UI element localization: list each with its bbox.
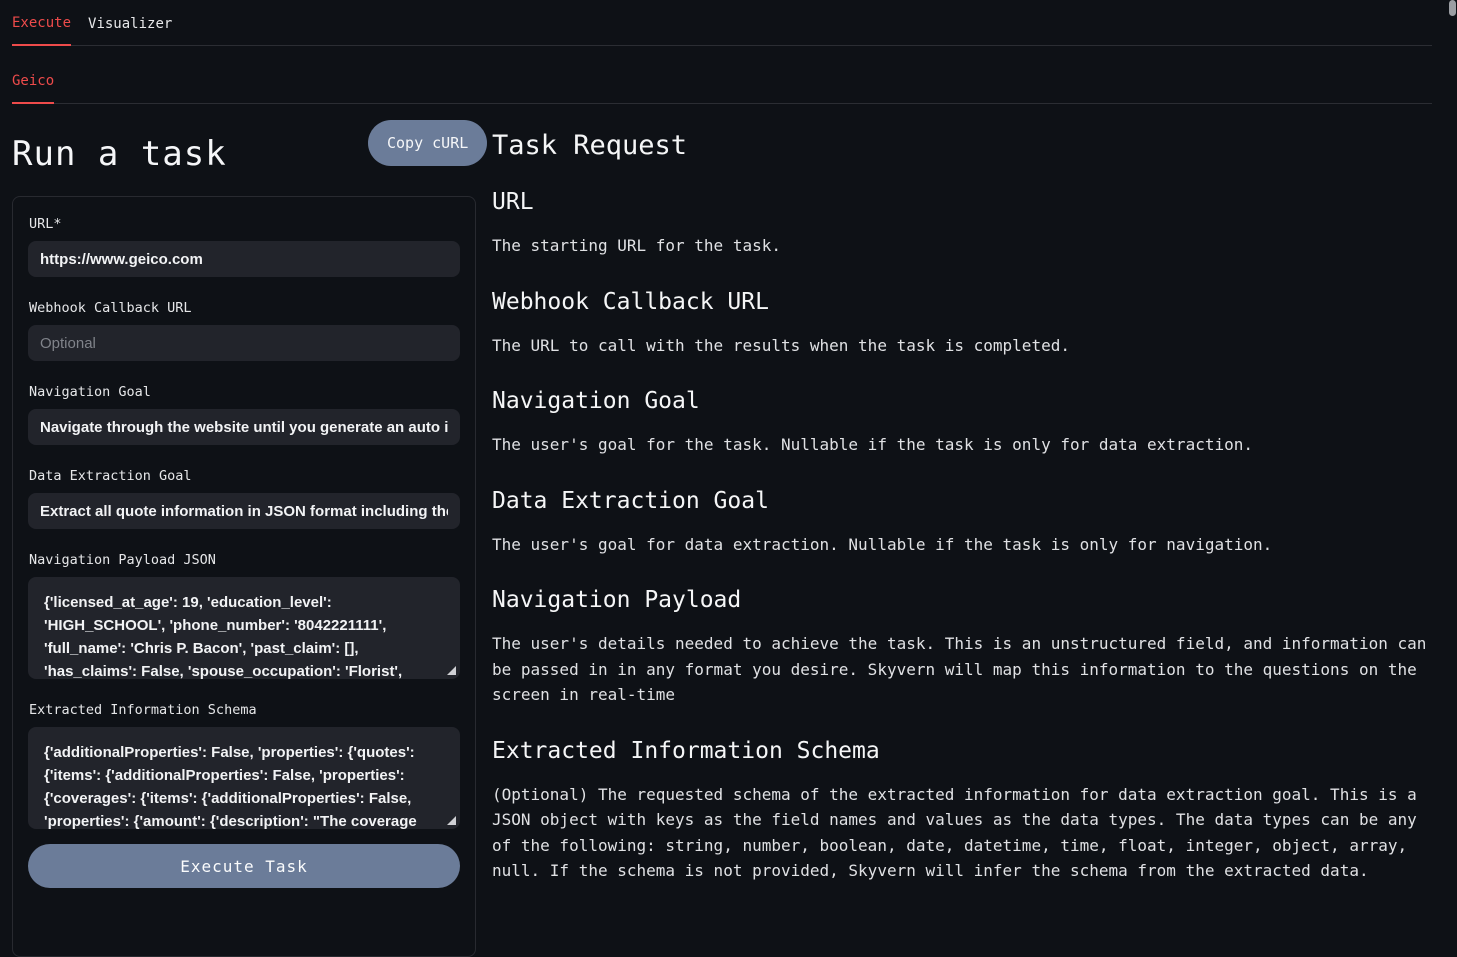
navigation-payload-json-textarea[interactable]: {'licensed_at_age': 19, 'education_level… [28,577,460,679]
navigation-payload-json-value: {'licensed_at_age': 19, 'education_level… [44,594,402,679]
resize-grip-icon[interactable] [447,816,456,825]
docs-navigation-payload-body: The user's details needed to achieve the… [492,631,1432,708]
docs-url-body: The starting URL for the task. [492,233,1432,259]
docs-url-heading: URL [492,189,1432,215]
docs-webhook-body: The URL to call with the results when th… [492,333,1432,359]
copy-curl-button[interactable]: Copy cURL [368,120,487,166]
tab-execute[interactable]: Execute [12,15,71,46]
data-extraction-goal-label: Data Extraction Goal [29,468,460,484]
execute-task-button[interactable]: Execute Task [28,844,460,888]
docs-title: Task Request [492,130,1432,161]
docs-navigation-payload-heading: Navigation Payload [492,587,1432,613]
tab-geico[interactable]: Geico [12,73,54,104]
docs-webhook-heading: Webhook Callback URL [492,289,1432,315]
navigation-goal-label: Navigation Goal [29,384,460,400]
docs-navigation-goal-heading: Navigation Goal [492,388,1432,414]
page-title: Run a task [12,134,227,174]
session-tabbar: Geico [12,58,1432,104]
extracted-information-schema-textarea[interactable]: {'additionalProperties': False, 'propert… [28,727,460,829]
docs-data-extraction-goal-heading: Data Extraction Goal [492,488,1432,514]
docs-extracted-schema-heading: Extracted Information Schema [492,738,1432,764]
tab-visualizer[interactable]: Visualizer [88,16,172,45]
url-label: URL* [29,216,460,232]
navigation-payload-json-label: Navigation Payload JSON [29,552,460,568]
docs-data-extraction-goal-body: The user's goal for data extraction. Nul… [492,532,1432,558]
url-input[interactable] [28,241,460,277]
docs-extracted-schema-body: (Optional) The requested schema of the e… [492,782,1432,884]
navigation-goal-input[interactable] [28,409,460,445]
docs-navigation-goal-body: The user's goal for the task. Nullable i… [492,432,1432,458]
webhook-callback-url-input[interactable] [28,325,460,361]
task-request-docs: Task Request URL The starting URL for th… [492,130,1432,914]
main-tabbar: Execute Visualizer [12,0,1432,46]
resize-grip-icon[interactable] [447,666,456,675]
data-extraction-goal-input[interactable] [28,493,460,529]
extracted-information-schema-value: {'additionalProperties': False, 'propert… [44,744,417,829]
webhook-callback-url-label: Webhook Callback URL [29,300,460,316]
task-form-card: URL* Webhook Callback URL Navigation Goa… [12,196,476,957]
scrollbar-thumb[interactable] [1449,0,1456,16]
extracted-information-schema-label: Extracted Information Schema [29,702,460,718]
